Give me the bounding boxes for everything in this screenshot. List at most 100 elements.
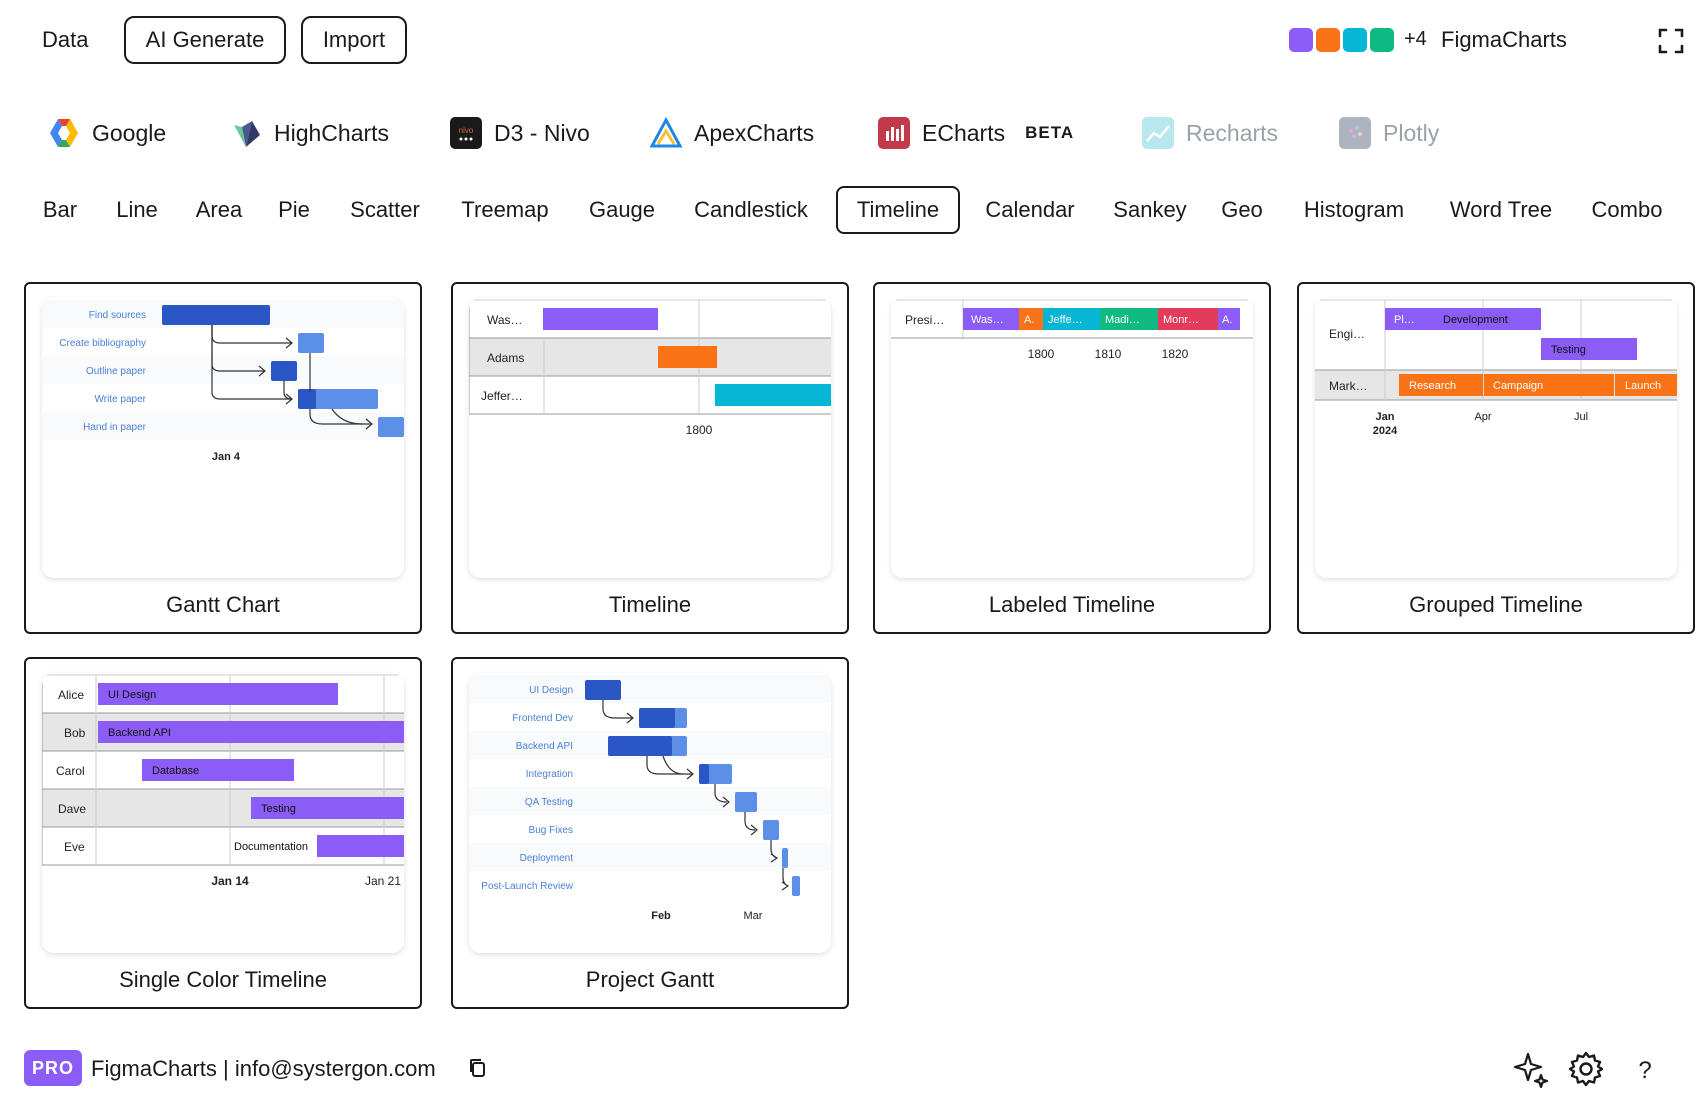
- task-bar: [792, 876, 800, 896]
- library-apexcharts[interactable]: ApexCharts: [649, 110, 815, 156]
- plotly-icon: [1339, 117, 1371, 149]
- tab-scatter[interactable]: Scatter: [340, 186, 430, 234]
- grouped-timeline-preview-svg: Engi… Mark… Pl… Development Testing Rese…: [1315, 299, 1677, 437]
- svg-text:?: ?: [1638, 1057, 1651, 1084]
- task-bar: [699, 764, 709, 784]
- labeled-timeline-preview-svg: Presi… Was… A. Jeffe… Madi… Monr… A. 180…: [891, 299, 1253, 361]
- card-title: Single Color Timeline: [119, 967, 327, 992]
- color-palette[interactable]: [1289, 28, 1394, 52]
- chart-card-labeled-timeline[interactable]: Presi… Was… A. Jeffe… Madi… Monr… A. 180…: [873, 282, 1271, 634]
- library-label: D3 - Nivo: [494, 119, 590, 146]
- tab-geo[interactable]: Geo: [1216, 186, 1268, 234]
- task-bar: [735, 792, 757, 812]
- chart-card-timeline[interactable]: Was… Adams Jeffer… 1800 Timeline: [451, 282, 849, 634]
- task-label: Frontend Dev: [512, 713, 573, 724]
- task-bar: [639, 708, 675, 728]
- library-selector: Google HighCharts nivo D3 - Nivo ApexCha…: [0, 110, 1700, 156]
- tab-pie[interactable]: Pie: [272, 186, 316, 234]
- tab-bar[interactable]: Bar: [34, 186, 86, 234]
- bar-label: Database: [152, 765, 199, 777]
- color-swatch[interactable]: [1316, 28, 1340, 52]
- library-highcharts[interactable]: HighCharts: [230, 110, 389, 156]
- more-colors-count[interactable]: +4: [1404, 28, 1427, 51]
- tab-timeline[interactable]: Timeline: [836, 186, 960, 234]
- library-recharts[interactable]: Recharts: [1142, 110, 1278, 156]
- row-label: Eve: [64, 840, 85, 854]
- chart-type-tabs: Bar Line Area Pie Scatter Treemap Gauge …: [0, 186, 1700, 234]
- library-d3-nivo[interactable]: nivo D3 - Nivo: [450, 110, 590, 156]
- library-label: Recharts: [1186, 119, 1279, 146]
- axis-tick-label: 1820: [1162, 347, 1189, 361]
- beta-badge: BETA: [1025, 123, 1075, 142]
- tab-area[interactable]: Area: [188, 186, 250, 234]
- library-label: Plotly: [1383, 119, 1440, 146]
- bar-label: Pl…: [1394, 314, 1415, 326]
- color-swatch[interactable]: [1370, 28, 1394, 52]
- library-google[interactable]: Google: [48, 110, 166, 156]
- task-label: UI Design: [529, 685, 573, 696]
- sparkle-icon[interactable]: [1512, 1050, 1550, 1089]
- row-label: Bob: [64, 726, 86, 740]
- bar-label: Development: [1443, 314, 1508, 326]
- row-label: Was…: [487, 313, 523, 327]
- bar-label: A.: [1222, 314, 1232, 326]
- task-label: Find sources: [89, 310, 146, 321]
- chart-card-project-gantt[interactable]: UI Design Frontend Dev Backend API Integ…: [451, 657, 849, 1009]
- tab-line[interactable]: Line: [108, 186, 166, 234]
- top-bar: Data AI Generate Import +4 FigmaCharts: [0, 0, 1700, 84]
- axis-tick-label: 1800: [1028, 347, 1055, 361]
- tab-histogram[interactable]: Histogram: [1290, 186, 1418, 234]
- google-icon: [48, 117, 80, 149]
- chart-preview: Presi… Was… A. Jeffe… Madi… Monr… A. 180…: [891, 298, 1253, 578]
- library-echarts[interactable]: ECharts BETA: [878, 110, 1074, 156]
- library-label: Google: [92, 119, 167, 146]
- axis-tick-label: 1800: [686, 423, 713, 437]
- tab-combo[interactable]: Combo: [1582, 186, 1672, 234]
- row-label: Carol: [56, 764, 85, 778]
- footer-contact: FigmaCharts | info@systergon.com: [91, 1056, 436, 1081]
- library-label: ECharts: [922, 119, 1006, 146]
- timeline-preview-svg: Was… Adams Jeffer… 1800: [469, 299, 831, 437]
- data-tab[interactable]: Data: [42, 27, 88, 53]
- tab-word-tree[interactable]: Word Tree: [1440, 186, 1562, 234]
- bar-label: Testing: [261, 803, 296, 815]
- library-label: ApexCharts: [694, 119, 815, 146]
- gear-icon[interactable]: [1567, 1050, 1605, 1088]
- chart-preview: Find sources Create bibliography Outline…: [42, 298, 404, 578]
- axis-tick-label: Apr: [1474, 411, 1491, 423]
- task-bar: [585, 680, 621, 700]
- nivo-icon: nivo: [450, 117, 482, 149]
- tab-candlestick[interactable]: Candlestick: [686, 186, 816, 234]
- bar-label: A.: [1024, 314, 1034, 326]
- timeline-bar: [715, 384, 831, 406]
- brand-name: FigmaCharts: [1441, 27, 1567, 52]
- ai-generate-button[interactable]: AI Generate: [124, 16, 286, 64]
- task-bar: [782, 848, 788, 868]
- tab-sankey[interactable]: Sankey: [1104, 186, 1196, 234]
- card-title: Timeline: [608, 592, 692, 617]
- pro-badge[interactable]: PRO: [24, 1050, 82, 1086]
- timeline-bar: [317, 835, 404, 857]
- chart-card-grouped-timeline[interactable]: Engi… Mark… Pl… Development Testing Rese…: [1297, 282, 1695, 634]
- tab-treemap[interactable]: Treemap: [452, 186, 558, 234]
- chart-card-single-color-timeline[interactable]: Alice Bob Carol Dave Eve UI Design Backe…: [24, 657, 422, 1009]
- task-label: Post-Launch Review: [481, 881, 573, 892]
- copy-icon[interactable]: [468, 1058, 486, 1078]
- bar-label: Was…: [971, 314, 1004, 326]
- color-swatch[interactable]: [1343, 28, 1367, 52]
- chart-preview: Engi… Mark… Pl… Development Testing Rese…: [1315, 298, 1677, 578]
- task-bar: [298, 389, 316, 409]
- help-icon[interactable]: ?: [1626, 1050, 1664, 1088]
- chart-card-gantt[interactable]: Find sources Create bibliography Outline…: [24, 282, 422, 634]
- tab-gauge[interactable]: Gauge: [580, 186, 664, 234]
- tab-calendar[interactable]: Calendar: [976, 186, 1084, 234]
- echarts-icon: [878, 117, 910, 149]
- expand-icon[interactable]: [1658, 28, 1684, 54]
- timeline-bar: [658, 346, 717, 368]
- bar-label: Documentation: [234, 841, 308, 853]
- import-button[interactable]: Import: [301, 16, 407, 64]
- color-swatch[interactable]: [1289, 28, 1313, 52]
- row-label: Dave: [58, 802, 86, 816]
- task-bar: [271, 361, 297, 381]
- library-plotly[interactable]: Plotly: [1339, 110, 1439, 156]
